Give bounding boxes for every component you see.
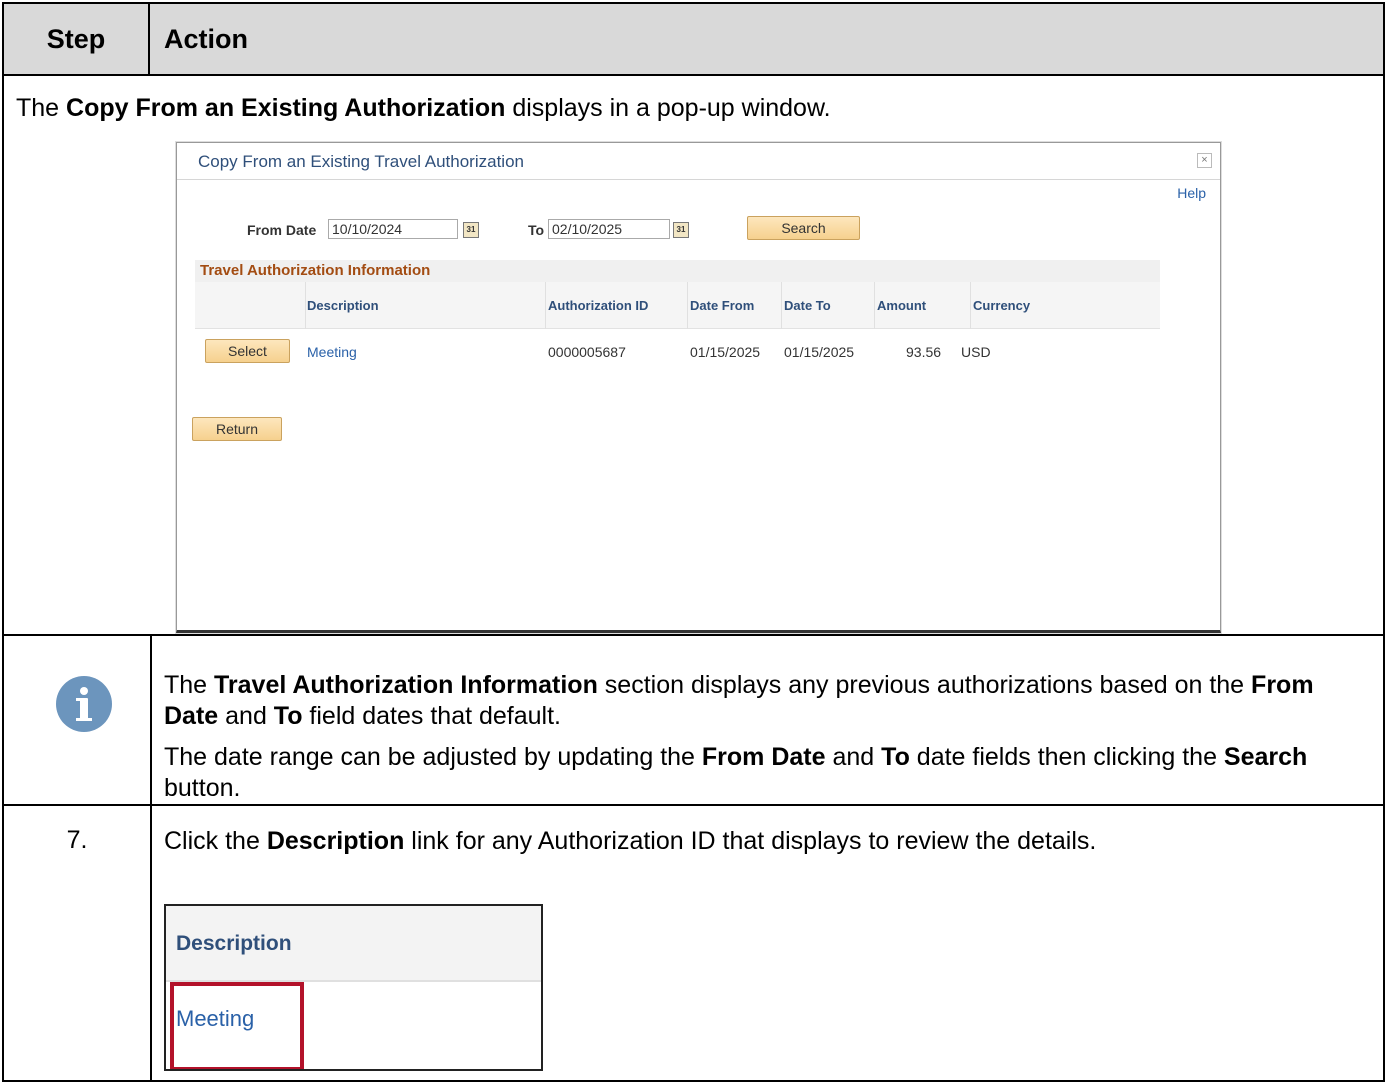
column-divider	[150, 806, 152, 1082]
info-icon	[56, 676, 112, 732]
close-icon[interactable]: ×	[1197, 153, 1212, 168]
col-currency: Currency	[973, 298, 1031, 313]
col-amount: Amount	[877, 298, 927, 313]
info-paragraph-2: The date range can be adjusted by updati…	[164, 743, 1308, 802]
calendar-icon[interactable]: 31	[463, 222, 479, 238]
section-title: Travel Authorization Information	[195, 260, 1160, 282]
to-date-label: To	[528, 222, 545, 238]
from-date-input[interactable]	[328, 219, 458, 239]
description-link[interactable]: Meeting	[307, 344, 357, 360]
popup-row: The Copy From an Existing Authorization …	[4, 76, 1383, 636]
currency-cell: USD	[961, 344, 991, 360]
procedure-table: Step Action The Copy From an Existing Au…	[2, 2, 1385, 1082]
intro-text: The Copy From an Existing Authorization …	[16, 94, 831, 122]
column-separator	[874, 282, 875, 329]
step-number: 7.	[66, 826, 88, 854]
action-column-header: Action	[164, 23, 248, 54]
col-authorization-id: Authorization ID	[548, 298, 649, 313]
col-description: Description	[307, 298, 379, 313]
step-7-instruction: Click the Description link for any Autho…	[164, 827, 1097, 855]
description-zoom-screenshot: Description Meeting	[164, 904, 543, 1071]
info-paragraph-1: The Travel Authorization Information sec…	[164, 671, 1314, 730]
select-button[interactable]: Select	[205, 339, 290, 363]
column-separator	[545, 282, 546, 329]
column-separator	[305, 282, 306, 329]
crop-description-label: Description	[176, 932, 292, 955]
highlight-box	[170, 982, 304, 1069]
amount-cell: 93.56	[906, 344, 942, 360]
help-link[interactable]: Help	[1177, 185, 1206, 201]
popup-title: Copy From an Existing Travel Authorizati…	[198, 152, 524, 171]
info-row: The Travel Authorization Information sec…	[4, 636, 1383, 806]
authorization-id-cell: 0000005687	[548, 344, 626, 360]
column-separator	[970, 282, 971, 329]
column-separator	[781, 282, 782, 329]
crop-header: Description	[166, 906, 541, 982]
search-button[interactable]: Search	[747, 216, 860, 240]
calendar-icon[interactable]: 31	[673, 222, 689, 238]
copy-authorization-popup: Copy From an Existing Travel Authorizati…	[176, 142, 1221, 633]
date-to-cell: 01/15/2025	[784, 344, 855, 360]
title-divider	[177, 179, 1220, 180]
intro-bold: Copy From an Existing Authorization	[66, 94, 506, 122]
column-divider	[150, 636, 152, 804]
table-header-row: Step Action	[4, 4, 1383, 76]
from-date-label: From Date	[247, 222, 317, 238]
step-column-header: Step	[4, 4, 150, 74]
to-date-input[interactable]	[548, 219, 670, 239]
column-separator	[687, 282, 688, 329]
return-button[interactable]: Return	[192, 417, 282, 441]
col-date-from: Date From	[690, 298, 755, 313]
col-date-to: Date To	[784, 298, 831, 313]
date-from-cell: 01/15/2025	[690, 344, 761, 360]
step-7-row: 7. Click the Description link for any Au…	[4, 806, 1383, 1082]
grid-header: Description Authorization ID Date From D…	[195, 282, 1160, 329]
